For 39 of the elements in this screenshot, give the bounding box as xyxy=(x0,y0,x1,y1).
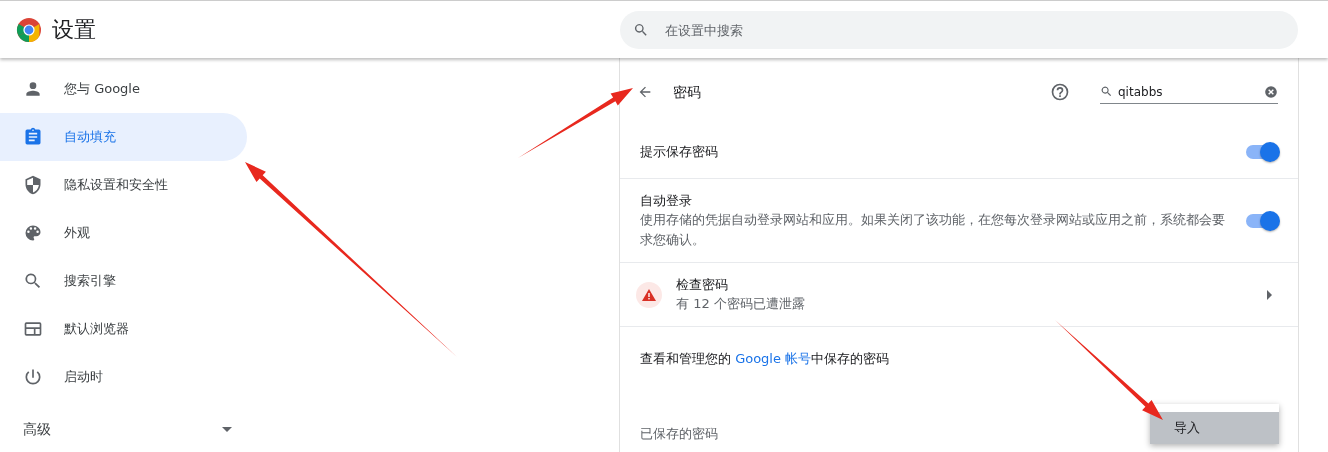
sidebar-item[interactable]: 搜索引擎 xyxy=(0,257,247,305)
advanced-section-toggle[interactable]: 高级 xyxy=(0,409,232,449)
search-icon xyxy=(23,271,43,291)
setting-title: 自动登录 xyxy=(640,191,693,210)
menu-item[interactable]: 导入 xyxy=(1150,412,1279,444)
setting-title: 检查密码 xyxy=(676,275,729,294)
sidebar-item[interactable]: 隐私设置和安全性 xyxy=(0,161,247,209)
search-icon xyxy=(633,22,649,38)
back-arrow-icon[interactable] xyxy=(637,84,653,100)
browser-logo-icon xyxy=(16,16,43,43)
sidebar-item[interactable]: 外观 xyxy=(0,209,247,257)
settings-search-field[interactable]: 在设置中搜索 xyxy=(620,11,1298,49)
browser-window-icon xyxy=(23,319,43,339)
section-title: 密码 xyxy=(673,82,701,102)
check-passwords-row[interactable]: 检查密码 有 12 个密码已遭泄露 xyxy=(620,262,1298,326)
toggle-switch[interactable] xyxy=(1246,145,1278,159)
search-icon xyxy=(1100,85,1113,98)
section-heading: 已保存的密码 xyxy=(640,425,718,443)
clear-icon[interactable] xyxy=(1264,84,1278,99)
toggle-switch[interactable] xyxy=(1246,213,1278,228)
setting-description: 有 12 个密码已遭泄露 xyxy=(676,295,806,314)
shield-icon xyxy=(23,175,43,195)
page-title: 设置 xyxy=(52,16,97,44)
clipboard-icon xyxy=(23,127,43,147)
palette-icon xyxy=(23,223,43,243)
sidebar-item[interactable]: 您与 Google xyxy=(0,65,247,113)
chevron-right-icon xyxy=(1267,289,1272,300)
sidebar-item[interactable]: 默认浏览器 xyxy=(0,305,247,353)
power-icon xyxy=(23,367,43,387)
account-note: 查看和管理您的 Google 帐号中保存的密码 xyxy=(640,349,890,368)
caret-icon xyxy=(222,426,232,432)
sidebar-item[interactable]: 自动填充 xyxy=(0,113,247,161)
sidebar-item[interactable]: 启动时 xyxy=(0,353,247,401)
help-icon[interactable] xyxy=(1050,82,1070,102)
person-icon xyxy=(23,79,43,99)
warning-icon xyxy=(636,281,662,308)
google-account-link[interactable]: Google 帐号 xyxy=(735,350,812,366)
setting-description: 使用存储的凭据自动登录网站和应用。如果关闭了该功能，在您每次登录网站或应用之前，系统都会要求您确认。 xyxy=(640,211,1226,250)
setting-title: 提示保存密码 xyxy=(640,143,719,162)
